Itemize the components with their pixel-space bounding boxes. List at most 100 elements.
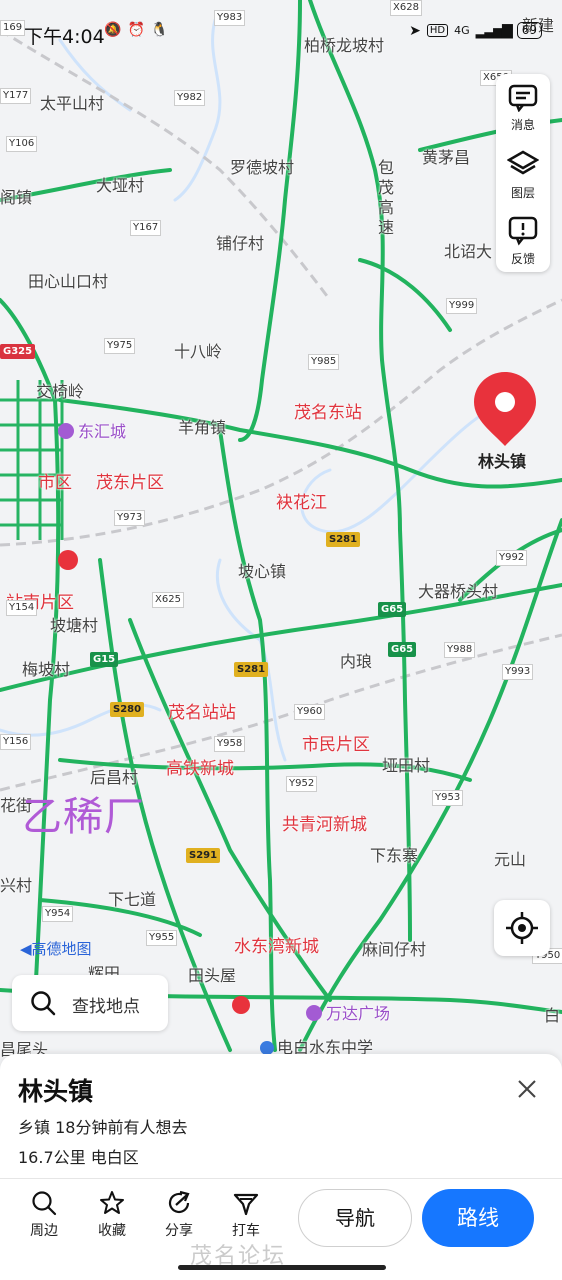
map-label: 田心山口村 bbox=[28, 272, 109, 291]
share-label: 分享 bbox=[165, 1223, 193, 1239]
road-tag: Y154 bbox=[6, 600, 38, 616]
destination-marker[interactable]: 林头镇 bbox=[472, 370, 538, 471]
status-icons: 🔕 ⏰ 🐧 bbox=[104, 22, 168, 38]
road-tag: Y960 bbox=[294, 704, 326, 720]
battery-icon: 69 bbox=[516, 22, 542, 39]
road-tag: Y106 bbox=[6, 136, 38, 152]
overlay-annotation: 乙稀厂 bbox=[22, 794, 145, 840]
road-tag: Y955 bbox=[146, 930, 178, 946]
map-label: 元山 bbox=[494, 850, 527, 869]
map-label: 白 bbox=[544, 1006, 561, 1025]
road-shield: S291 bbox=[186, 848, 221, 863]
route-button[interactable]: 路线 bbox=[422, 1189, 534, 1247]
map-label: 兴村 bbox=[0, 876, 33, 895]
road-tag: Y952 bbox=[286, 776, 318, 792]
search-icon bbox=[31, 991, 56, 1016]
map-label-district: 水东湾新城 bbox=[234, 937, 319, 957]
home-indicator[interactable] bbox=[178, 1265, 386, 1270]
taxi-button[interactable]: 打车 bbox=[216, 1190, 276, 1240]
hd-icon: HD bbox=[426, 24, 449, 37]
map-label-district: 市区 bbox=[38, 473, 72, 493]
status-bar: 下午4:04 🔕 ⏰ 🐧 ➤ HD 4G ▂▃▅▇ 69 bbox=[0, 18, 562, 54]
nearby-button[interactable]: 周边 bbox=[14, 1190, 74, 1240]
mall-icon bbox=[306, 1005, 322, 1021]
road-tag: X625 bbox=[152, 592, 184, 608]
road-tag: Y982 bbox=[174, 90, 206, 106]
road-tag: Y993 bbox=[502, 664, 534, 680]
amap-logo: ◀高德地图 bbox=[20, 938, 92, 959]
road-tag: Y973 bbox=[114, 510, 146, 526]
road-tag: Y167 bbox=[130, 220, 162, 236]
map-label: 下七道 bbox=[108, 890, 157, 909]
road-tag: X628 bbox=[390, 0, 422, 16]
map-label: 下东寨 bbox=[370, 846, 419, 865]
map-label: 大器桥头村 bbox=[418, 582, 499, 601]
map-label: 内琅 bbox=[340, 652, 373, 671]
map-label: 铺仔村 bbox=[216, 234, 265, 253]
road-tag: Y954 bbox=[42, 906, 74, 922]
road-shield: S281 bbox=[326, 532, 361, 547]
road-tag: Y999 bbox=[446, 298, 478, 314]
place-title: 林头镇 bbox=[18, 1077, 94, 1106]
search-label: 查找地点 bbox=[72, 997, 140, 1017]
map-label: 交椅岭 bbox=[36, 382, 85, 401]
map-label: 罗德坡村 bbox=[230, 158, 295, 177]
share-button[interactable]: 分享 bbox=[149, 1190, 209, 1240]
map-label: 大垭村 bbox=[96, 176, 145, 195]
map-label-district: 茂名站站 bbox=[168, 703, 236, 723]
road-shield: S280 bbox=[110, 702, 145, 717]
road-tag: Y988 bbox=[444, 642, 476, 658]
road-tag: Y958 bbox=[214, 736, 246, 752]
location-pin-icon bbox=[474, 372, 536, 446]
crosshair-icon bbox=[506, 912, 538, 944]
map-label-district: 茂东片区 bbox=[96, 473, 164, 493]
marker-label: 林头镇 bbox=[478, 452, 527, 471]
road-shield: G325 bbox=[0, 344, 36, 359]
road-shield: G15 bbox=[90, 652, 119, 667]
school-icon bbox=[260, 1041, 274, 1055]
road-tag: Y992 bbox=[496, 550, 528, 566]
navigate-button[interactable]: 导航 bbox=[298, 1189, 412, 1247]
place-distance: 16.7公里 电白区 bbox=[18, 1148, 139, 1167]
station-icon[interactable] bbox=[58, 550, 78, 570]
map-label: 羊角镇 bbox=[178, 418, 227, 437]
messages-button[interactable]: 消息 bbox=[496, 76, 550, 140]
layers-label: 图层 bbox=[510, 186, 535, 200]
road-shield: G65 bbox=[378, 602, 407, 617]
map-tools-panel: 消息 图层 反馈 bbox=[496, 74, 550, 272]
map-label-district: 茂名东站 bbox=[294, 403, 362, 423]
map-label: 北诏大 bbox=[444, 242, 493, 261]
map-label: 垭田村 bbox=[382, 756, 431, 775]
star-icon bbox=[100, 1191, 124, 1214]
favorite-label: 收藏 bbox=[98, 1223, 126, 1239]
search-place-button[interactable]: 查找地点 bbox=[12, 975, 168, 1031]
place-category: 乡镇 18分钟前有人想去 bbox=[18, 1118, 188, 1137]
poi-wanda[interactable]: 万达广场 bbox=[306, 1000, 390, 1024]
layers-button[interactable]: 图层 bbox=[496, 142, 550, 206]
map-label: 坡塘村 bbox=[50, 616, 99, 635]
mute-icon: 🔕 bbox=[104, 22, 122, 38]
nearby-label: 周边 bbox=[30, 1223, 58, 1239]
road-tag: Y985 bbox=[308, 354, 340, 370]
favorite-button[interactable]: 收藏 bbox=[82, 1190, 142, 1240]
feedback-button[interactable]: 反馈 bbox=[496, 208, 550, 272]
messages-label: 消息 bbox=[510, 118, 535, 132]
map-label-district: 市民片区 bbox=[302, 735, 370, 755]
locate-button[interactable] bbox=[494, 900, 550, 956]
amap-arrow-icon: ◀ bbox=[20, 940, 32, 958]
map-label: 东汇城 bbox=[78, 422, 127, 441]
mall-icon bbox=[58, 423, 74, 439]
map-label-district: 袂花江 bbox=[276, 493, 327, 513]
poi-donghui[interactable]: 东汇城 bbox=[58, 418, 126, 442]
close-icon[interactable] bbox=[512, 1074, 542, 1104]
road-tag: Y975 bbox=[104, 338, 136, 354]
road-tag: Y953 bbox=[432, 790, 464, 806]
alarm-icon: ⏰ bbox=[127, 22, 145, 38]
feedback-icon bbox=[508, 216, 538, 246]
station-icon[interactable] bbox=[232, 996, 250, 1014]
layers-icon bbox=[507, 150, 539, 175]
network-label: 4G bbox=[454, 24, 470, 37]
amap-logo-text: 高德地图 bbox=[31, 940, 92, 958]
map-label: 万达广场 bbox=[326, 1004, 391, 1023]
map-label: 阁镇 bbox=[0, 188, 33, 207]
